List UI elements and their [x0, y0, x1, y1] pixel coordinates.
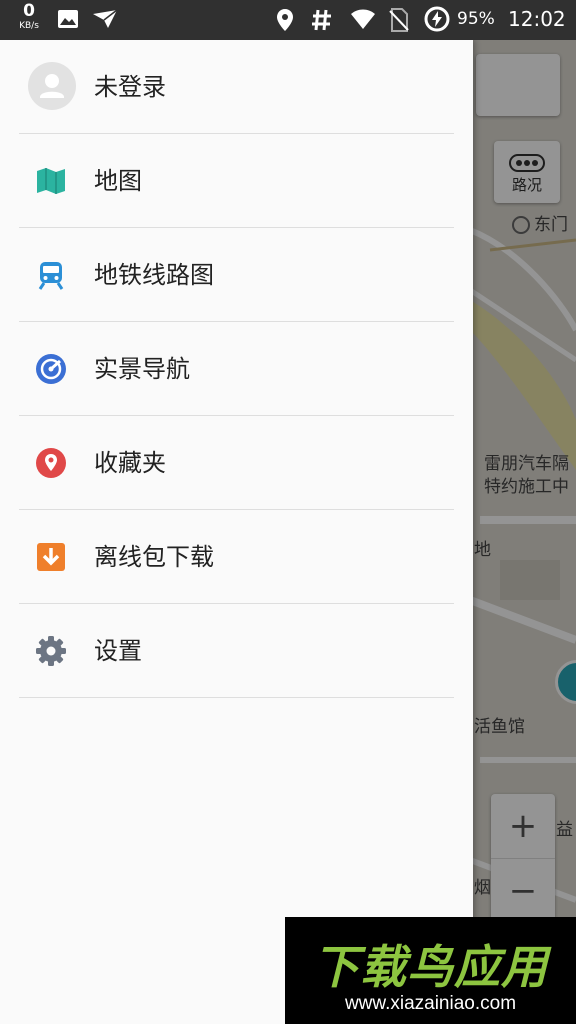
drawer-item-settings[interactable]: 设置 — [19, 604, 454, 698]
drawer-item-map[interactable]: 地图 — [19, 134, 454, 228]
drawer-item-label: 离线包下载 — [94, 543, 214, 571]
status-bar: 0 KB/s 95% 12:02 — [0, 0, 576, 40]
no-sim-icon — [389, 8, 409, 32]
send-icon — [93, 9, 118, 28]
watermark-url: www.xiazainiao.com — [344, 993, 517, 1014]
drawer-item-label: 收藏夹 — [94, 449, 166, 477]
watermark: 下载鸟应用 www.xiazainiao.com — [285, 917, 576, 1024]
drawer-item-offline-download[interactable]: 离线包下载 — [19, 510, 454, 604]
avatar-icon — [40, 74, 64, 98]
hash-icon — [312, 9, 331, 31]
drawer-item-ar-navigation[interactable]: 实景导航 — [19, 322, 454, 416]
drawer-item-label: 地铁线路图 — [94, 261, 214, 289]
location-pin-icon — [36, 448, 66, 478]
map-icon — [37, 168, 65, 194]
battery-percent: 95% — [457, 9, 495, 29]
compass-icon — [36, 354, 66, 384]
drawer-item-label: 地图 — [94, 167, 142, 195]
drawer-item-login[interactable]: 未登录 — [19, 40, 454, 134]
clock: 12:02 — [508, 7, 566, 31]
image-icon — [58, 10, 78, 28]
avatar — [28, 62, 76, 110]
gear-icon — [36, 636, 66, 666]
watermark-logo: 下载鸟应用 — [313, 940, 548, 994]
drawer-item-favorites[interactable]: 收藏夹 — [19, 416, 454, 510]
battery-charging-icon — [424, 6, 450, 32]
subway-icon — [38, 262, 64, 290]
navigation-drawer: 未登录 地图 地铁线路图 实景导航 收藏夹 离线包下载 设置 — [0, 40, 473, 1024]
drawer-item-subway[interactable]: 地铁线路图 — [19, 228, 454, 322]
drawer-item-label: 未登录 — [94, 73, 166, 101]
location-icon — [277, 9, 293, 31]
drawer-item-label: 设置 — [94, 637, 142, 665]
net-speed: 0 KB/s — [19, 1, 39, 31]
download-icon — [37, 543, 65, 571]
drawer-item-label: 实景导航 — [94, 355, 190, 383]
wifi-icon — [351, 9, 375, 29]
